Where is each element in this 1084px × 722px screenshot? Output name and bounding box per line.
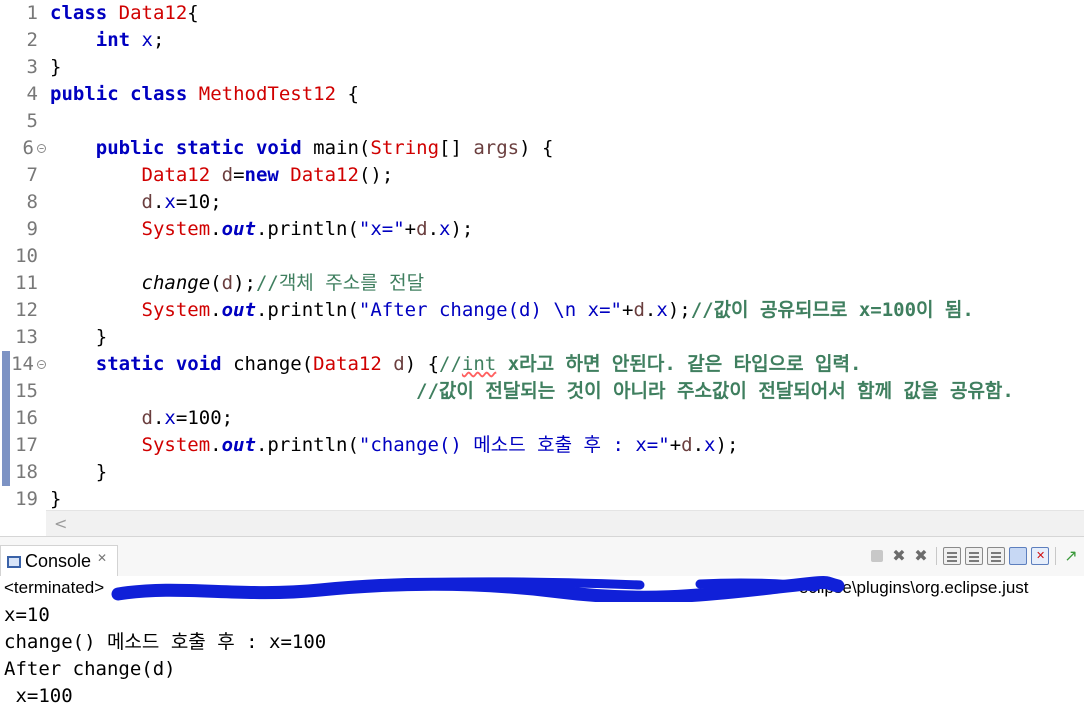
line-number: 7 bbox=[26, 164, 38, 186]
code-line-9[interactable]: System.out.println("x="+d.x); bbox=[50, 216, 474, 243]
line-number: 9 bbox=[26, 218, 38, 240]
scroll-lock-icon[interactable] bbox=[965, 547, 983, 565]
remove-launch-icon[interactable]: ✖ bbox=[890, 547, 908, 565]
console-toolbar: ✖ ✖ ↗ bbox=[868, 545, 1080, 567]
code-line-6[interactable]: public static void main(String[] args) { bbox=[50, 135, 554, 162]
open-console-icon[interactable]: ↗ bbox=[1062, 547, 1080, 565]
line-number: 19 bbox=[15, 488, 38, 510]
console-process-status: <terminated> eclipse\plugins\org.eclipse… bbox=[0, 576, 1084, 602]
code-line-15[interactable]: //값이 전달되는 것이 아니라 주소값이 전달되어서 함께 값을 공유함. bbox=[50, 378, 1014, 405]
line-number: 4 bbox=[26, 83, 38, 105]
line-number: 2 bbox=[26, 29, 38, 51]
show-console-on-error-icon[interactable] bbox=[1031, 547, 1049, 565]
clear-console-icon[interactable] bbox=[943, 547, 961, 565]
console-output-line: x=100 bbox=[4, 685, 73, 707]
remove-all-terminated-icon[interactable]: ✖ bbox=[912, 547, 930, 565]
process-status-text: <terminated> eclipse\plugins\org.eclipse… bbox=[4, 578, 1029, 597]
code-line-18[interactable]: } bbox=[50, 459, 107, 486]
line-number: 11 bbox=[15, 272, 38, 294]
word-wrap-icon[interactable] bbox=[987, 547, 1005, 565]
line-number: 6− bbox=[0, 135, 46, 162]
scroll-left-arrow-icon[interactable]: < bbox=[54, 514, 67, 533]
show-console-on-output-icon[interactable] bbox=[1009, 547, 1027, 565]
code-line-3[interactable]: } bbox=[50, 54, 61, 81]
close-icon[interactable]: ✕ bbox=[97, 551, 107, 565]
line-number: 8 bbox=[26, 191, 38, 213]
code-line-1[interactable]: class Data12{ bbox=[50, 0, 199, 27]
fold-collapse-icon[interactable]: − bbox=[37, 144, 46, 153]
code-line-7[interactable]: Data12 d=new Data12(); bbox=[50, 162, 394, 189]
console-output-line: change() 메소드 호출 후 : x=100 bbox=[4, 631, 327, 653]
line-number: 10 bbox=[15, 245, 38, 267]
terminate-icon[interactable] bbox=[871, 550, 883, 562]
line-number: 14− bbox=[0, 351, 46, 378]
line-number: 16 bbox=[15, 407, 38, 429]
code-line-4[interactable]: public class MethodTest12 { bbox=[50, 81, 359, 108]
code-line-17[interactable]: System.out.println("change() 메소드 호출 후 : … bbox=[50, 432, 739, 459]
code-line-19[interactable]: } bbox=[50, 486, 61, 510]
toolbar-separator bbox=[936, 547, 937, 565]
code-line-16[interactable]: d.x=100; bbox=[50, 405, 234, 432]
console-output-line: x=10 bbox=[4, 604, 50, 626]
horizontal-scrollbar[interactable]: < bbox=[46, 510, 1084, 536]
fold-collapse-icon[interactable]: − bbox=[37, 360, 46, 369]
code-line-11[interactable]: change(d);//객체 주소를 전달 bbox=[50, 270, 425, 297]
line-number: 15 bbox=[15, 380, 38, 402]
line-number: 13 bbox=[15, 326, 38, 348]
line-number: 18 bbox=[15, 461, 38, 483]
console-icon bbox=[7, 555, 21, 568]
toolbar-separator bbox=[1055, 547, 1056, 565]
console-view-header: Console ✕ ✖ ✖ ↗ bbox=[0, 536, 1084, 577]
line-number: 17 bbox=[15, 434, 38, 456]
tab-console[interactable]: Console ✕ bbox=[0, 545, 119, 577]
console-output-line: After change(d) bbox=[4, 658, 176, 680]
code-line-12[interactable]: System.out.println("After change(d) \n x… bbox=[50, 297, 974, 324]
code-line-8[interactable]: d.x=10; bbox=[50, 189, 222, 216]
console-output[interactable]: x=10 change() 메소드 호출 후 : x=100 After cha… bbox=[0, 602, 1084, 722]
line-number: 1 bbox=[26, 2, 38, 24]
code-line-2[interactable]: int x; bbox=[50, 27, 165, 54]
code-line-13[interactable]: } bbox=[50, 324, 107, 351]
line-number: 5 bbox=[26, 110, 38, 132]
line-number: 3 bbox=[26, 56, 38, 78]
line-number: 12 bbox=[15, 299, 38, 321]
console-tab-label: Console bbox=[25, 551, 92, 571]
code-editor[interactable]: 1 2 3 4 5 6− 7 8 9 10 11 12 13 14− 15 16… bbox=[0, 0, 1084, 510]
code-line-14[interactable]: static void change(Data12 d) {//int x라고 … bbox=[50, 351, 862, 378]
